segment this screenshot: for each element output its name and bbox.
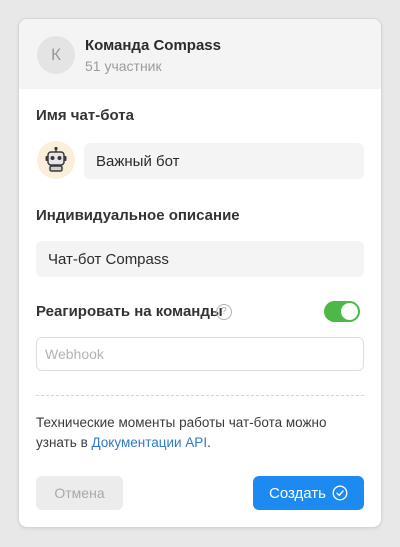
info-text-after: . [207,435,211,450]
divider [36,395,364,396]
team-member-count: 51 участник [85,58,162,74]
commands-toggle[interactable] [324,301,360,322]
webhook-input[interactable] [36,337,364,371]
description-input[interactable] [36,241,364,277]
team-header: К Команда Compass 51 участник [19,19,381,89]
team-name: Команда Compass [85,37,221,54]
api-info-text: Технические моменты работы чат-бота можн… [36,413,364,453]
create-button[interactable]: Создать [253,476,364,510]
api-docs-link[interactable]: Документации API [92,435,208,450]
commands-label: Реагировать на команды [36,303,223,320]
create-bot-dialog: К Команда Compass 51 участник Имя чат-бо… [19,19,381,527]
description-label: Индивидуальное описание [36,207,240,224]
cancel-button[interactable]: Отмена [36,476,123,510]
team-avatar: К [37,36,75,74]
bot-name-input[interactable] [84,143,364,179]
bot-name-label: Имя чат-бота [36,107,134,124]
check-circle-icon [332,485,348,501]
robot-icon[interactable] [37,141,75,179]
help-icon[interactable]: ? [216,304,232,320]
robot-icon-graphic [45,146,67,172]
create-button-label: Создать [268,484,326,502]
toggle-knob [341,303,358,320]
